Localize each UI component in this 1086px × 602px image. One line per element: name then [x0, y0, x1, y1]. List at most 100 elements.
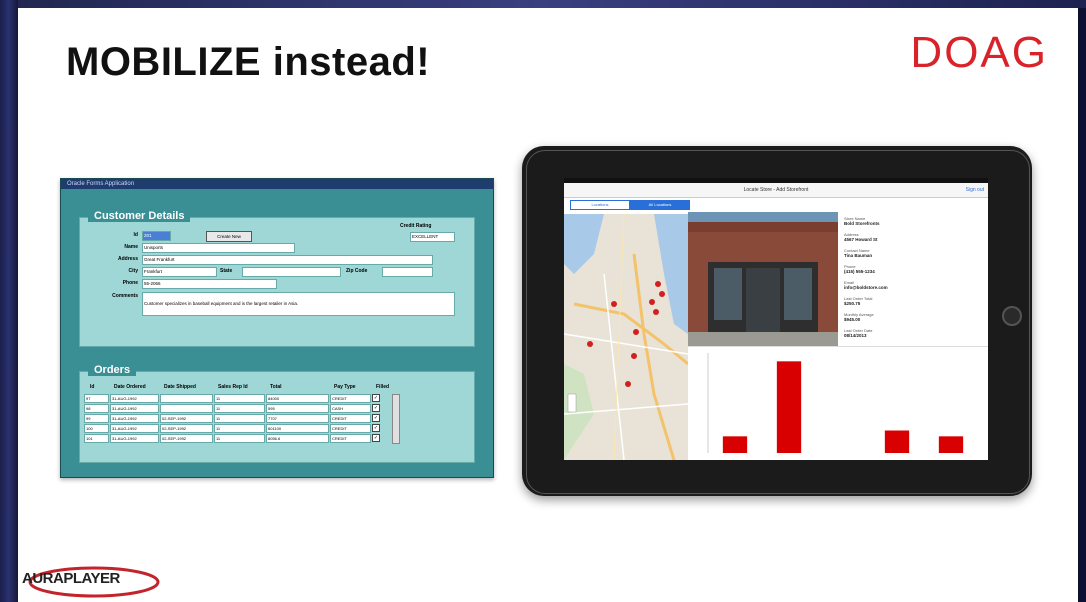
orders-cell[interactable]: 31-AUG-1992 [110, 434, 159, 443]
orders-cell[interactable]: 97 [84, 394, 109, 403]
address-field[interactable]: Great Frankfurt [142, 255, 433, 265]
orders-cell[interactable]: CREDIT [330, 424, 371, 433]
city-field[interactable]: Frankfurt [142, 267, 217, 277]
orders-panel: Orders Id Date Ordered Date Shipped Sales R… [79, 364, 475, 463]
orders-cell[interactable]: 100 [84, 424, 109, 433]
orders-cell[interactable]: 31-AUG-1992 [110, 424, 159, 433]
orders-cell[interactable]: 8056.6 [266, 434, 329, 443]
customer-section-title: Customer Details [88, 210, 191, 222]
orders-cell[interactable]: 98 [84, 404, 109, 413]
doag-logo: DOAG [910, 28, 1048, 77]
info-row[interactable]: Last Order Total $250.75 [844, 296, 872, 306]
bar-2[interactable] [776, 361, 802, 453]
zip-label: Zip Code [346, 268, 368, 274]
orders-cell[interactable]: 31-AUG-1992 [110, 414, 159, 423]
comments-label: Comments [112, 293, 138, 299]
info-value: 08/14/2013 [844, 333, 867, 338]
credit-rating-field[interactable]: EXCELLENT [410, 232, 455, 242]
orders-cell[interactable]: 02-SEP-1992 [160, 414, 213, 423]
slide: MOBILIZE instead! DOAG Oracle Forms Appl… [18, 8, 1078, 602]
orders-cell[interactable]: CREDIT [330, 434, 371, 443]
zip-field[interactable] [382, 267, 433, 277]
segment-locations[interactable]: Locations [570, 200, 630, 210]
info-row[interactable]: Last Order Date 08/14/2013 [844, 328, 872, 338]
forms-window: Oracle Forms Application Customer Detail… [60, 178, 494, 478]
info-row[interactable]: Monthly Average $945.00 [844, 312, 874, 322]
orders-cell[interactable]: 101 [84, 434, 109, 443]
orders-cell[interactable]: 11 [214, 394, 265, 403]
info-row[interactable]: Phone (415) 555-1234 [844, 264, 875, 274]
create-new-button[interactable]: Create New [206, 231, 252, 242]
info-value: (415) 555-1234 [844, 269, 875, 274]
segment-control: Locations All Locations [570, 200, 690, 210]
info-row[interactable]: Email info@boldstore.com [844, 280, 888, 290]
orders-cell[interactable] [160, 394, 213, 403]
orders-header-2: Date Shipped [164, 384, 196, 390]
orders-cell[interactable]: CREDIT [330, 394, 371, 403]
comments-field[interactable]: Customer specializes in baseball equipme… [142, 292, 455, 316]
info-value: $945.00 [844, 317, 861, 322]
orders-cell[interactable]: 31-AUG-1992 [110, 394, 159, 403]
orders-cell[interactable] [160, 404, 213, 413]
filled-checkbox[interactable]: ✓ [372, 394, 380, 402]
address-label: Address [117, 256, 138, 262]
phone-field[interactable]: 55-2066 [142, 279, 277, 289]
orders-cell[interactable]: 99 [84, 414, 109, 423]
orders-cell[interactable]: CREDIT [330, 414, 371, 423]
logo-text: AURAPLAYER [22, 570, 120, 587]
bar-5[interactable] [938, 436, 964, 453]
info-row[interactable]: Store Name Bold Storefronts [844, 216, 880, 226]
ipad-screen: Locate Store - Add Storefront Sign out L… [564, 178, 988, 460]
segment-all-locations[interactable]: All Locations [630, 200, 690, 210]
info-row[interactable]: Contact Name Tina Bauman [844, 248, 872, 258]
info-value: Tina Bauman [844, 253, 873, 258]
orders-cell[interactable]: CASH [330, 404, 371, 413]
slide-frame-left [0, 0, 18, 602]
chart-canvas [707, 353, 964, 454]
orders-cell[interactable]: 31-AUG-1992 [110, 404, 159, 413]
slide-frame-top [0, 0, 1086, 8]
state-field[interactable] [242, 267, 341, 277]
customer-details-panel: Customer Details Id 201 Create New Credi… [79, 210, 475, 347]
filled-checkbox[interactable]: ✓ [372, 414, 380, 422]
id-field[interactable]: 201 [142, 231, 171, 241]
orders-section-title: Orders [88, 364, 137, 376]
ipad-device: Locate Store - Add Storefront Sign out L… [522, 146, 1032, 496]
slide-title: MOBILIZE instead! [66, 40, 431, 84]
orders-scrollbar[interactable] [392, 394, 400, 444]
orders-cell[interactable]: 84000 [266, 394, 329, 403]
filled-checkbox[interactable]: ✓ [372, 404, 380, 412]
store-info-panel: Store Name Bold Storefronts Address 4567 Ho… [840, 212, 988, 346]
orders-header-4: Total [270, 384, 282, 390]
orders-cell[interactable]: 601100 [266, 424, 329, 433]
orders-cell[interactable]: 7707 [266, 414, 329, 423]
map-view[interactable] [564, 214, 688, 460]
map-graphic [564, 214, 688, 460]
city-label: City [128, 268, 138, 274]
state-label: State [220, 268, 233, 274]
name-field[interactable]: Unisports [142, 243, 295, 253]
info-value: Bold Storefronts [844, 221, 880, 226]
orders-cell[interactable]: 11 [214, 434, 265, 443]
orders-cell[interactable]: 595 [266, 404, 329, 413]
filled-checkbox[interactable]: ✓ [372, 434, 380, 442]
orders-cell[interactable]: 11 [214, 404, 265, 413]
orders-header-5: Pay Type [334, 384, 356, 390]
bar-4[interactable] [884, 430, 910, 454]
orders-cell[interactable]: 11 [214, 424, 265, 433]
home-button[interactable] [1002, 306, 1022, 326]
filled-checkbox[interactable]: ✓ [372, 424, 380, 432]
orders-cell[interactable]: 11 [214, 414, 265, 423]
credit-rating-label: Credit Rating [400, 223, 432, 229]
bar-1[interactable] [722, 436, 748, 453]
info-value: $250.75 [844, 301, 861, 306]
orders-cell[interactable]: 02-SEP-1992 [160, 424, 213, 433]
forms-titlebar: Oracle Forms Application [61, 179, 493, 189]
name-label: Name [124, 244, 138, 250]
orders-header-1: Date Ordered [114, 384, 146, 390]
info-row[interactable]: Address 4567 Howard St [844, 232, 878, 242]
sales-chart [688, 346, 988, 460]
nav-title: Locate Store - Add Storefront [743, 187, 809, 193]
orders-cell[interactable]: 02-SEP-1992 [160, 434, 213, 443]
sign-out-button[interactable]: Sign out [966, 183, 984, 197]
